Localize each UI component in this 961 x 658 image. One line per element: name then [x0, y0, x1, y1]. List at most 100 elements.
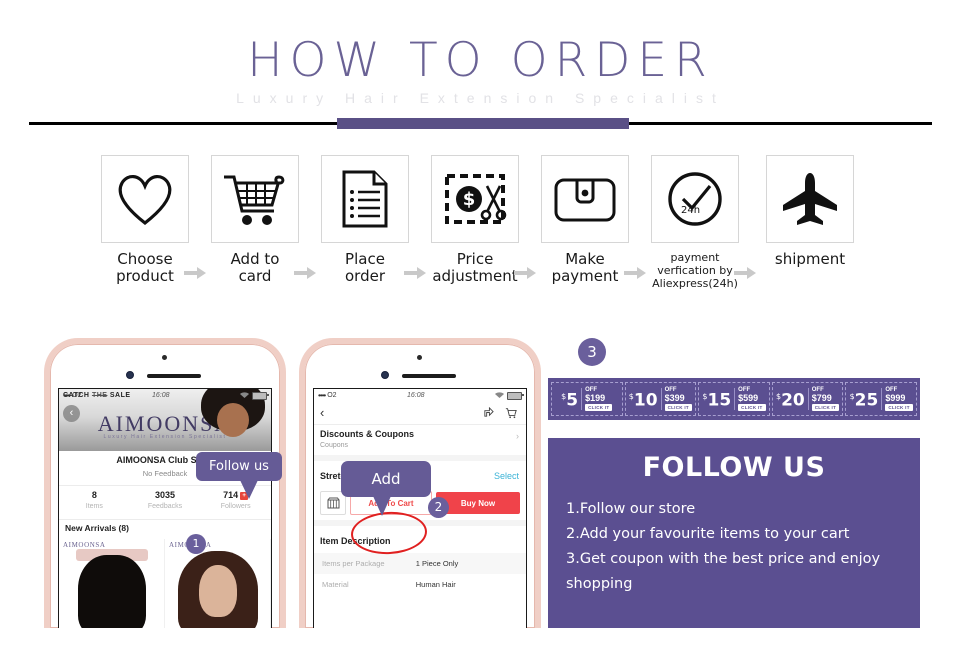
stat-feedbacks[interactable]: 3035 Feedbacks	[130, 486, 201, 519]
battery-icon	[251, 391, 269, 400]
step-label: Add to card	[203, 251, 307, 285]
clock-label: 16:08	[152, 392, 170, 399]
coupon-details: OFF $599 CLICK IT	[738, 387, 766, 411]
back-button[interactable]: ‹	[320, 406, 324, 419]
wifi-icon	[239, 392, 249, 398]
coupon-divider	[581, 388, 583, 410]
coupon-value: 15	[707, 390, 732, 411]
coupon-min-spend: $199	[585, 393, 606, 403]
sensor-icon	[126, 371, 134, 379]
chevron-right-icon[interactable]: ›	[516, 431, 519, 441]
coupon-amount: $25	[850, 388, 879, 410]
coupon-item[interactable]: $15 OFF $599 CLICK IT	[698, 382, 770, 416]
stat-items[interactable]: 8 Items	[59, 486, 130, 519]
phone-top-bezel	[305, 344, 535, 388]
step-add-to-card: Add to card	[203, 155, 307, 285]
coupon-details: OFF $999 CLICK IT	[885, 387, 913, 411]
discounts-coupons-heading[interactable]: Discounts & Coupons	[320, 429, 414, 439]
step-label-line1: shipment	[774, 250, 846, 268]
follow-instruction-line: 3.Get coupon with the best price and enj…	[566, 551, 881, 567]
coupon-divider	[734, 388, 736, 410]
battery-icon	[506, 391, 524, 400]
coupon-click-it-button[interactable]: CLICK IT	[738, 404, 766, 411]
page-title: HOW TO ORDER	[247, 33, 714, 88]
wallet-icon	[554, 178, 616, 222]
svg-text:24h: 24h	[681, 205, 700, 216]
follow-instruction-line: 1.Follow our store	[566, 501, 696, 517]
coupon-click-it-button[interactable]: CLICK IT	[664, 404, 692, 411]
product-card[interactable]: AIMOONSA	[165, 539, 271, 628]
signal-dots-icon: ••••	[318, 391, 326, 400]
coupon-click-it-button[interactable]: CLICK IT	[585, 404, 613, 411]
table-row: Items per Package 1 Piece Only	[314, 553, 526, 574]
step-arrow-icon	[734, 267, 756, 279]
new-arrivals-heading: New Arrivals (8)	[65, 523, 129, 533]
coupon-item[interactable]: $10 OFF $399 CLICK IT	[624, 382, 697, 416]
coupon-amount: $15	[702, 388, 731, 410]
stat-label: Followers	[220, 503, 251, 510]
coupon-strip: $5 OFF $199 CLICK IT $10 OFF $399 CLICK …	[548, 378, 920, 420]
step-label: Price adjustment	[423, 251, 527, 285]
share-icon[interactable]	[483, 407, 494, 418]
step-label-line3: Aliexpress(24h)	[652, 277, 738, 290]
camera-dot-icon	[417, 355, 422, 360]
carrier-label: O2	[72, 392, 82, 399]
coupons-sublabel: Coupons	[320, 442, 349, 449]
page-header: HOW TO ORDER Luxury Hair Extension Speci…	[0, 0, 961, 140]
product-card[interactable]: AIMOONSA	[59, 539, 165, 628]
coupon-value: 5	[566, 390, 579, 411]
sensor-icon	[381, 371, 389, 379]
table-cell-key: Material	[322, 580, 349, 589]
product-brand-label: AIMOONSA	[63, 541, 106, 549]
carrier-label: O2	[327, 392, 337, 399]
step-label-line1: Make	[565, 250, 605, 268]
coupon-click-it-button[interactable]: CLICK IT	[811, 404, 840, 411]
status-left: •••• O2	[63, 391, 82, 400]
order-steps-row: Choose product Add to card Place order $…	[0, 155, 961, 305]
step-label-line2: verfication by	[657, 264, 733, 277]
step-label: Choose product	[93, 251, 197, 285]
heart-icon	[118, 175, 172, 226]
document-icon	[342, 170, 388, 228]
coupon-divider	[660, 388, 662, 410]
stat-value: 8	[91, 490, 97, 500]
step-label: shipment	[758, 251, 862, 268]
step-payment-verification: 24h payment verfication by Aliexpress(24…	[643, 155, 747, 290]
wifi-icon	[494, 392, 504, 398]
coupon-click-it-button[interactable]: CLICK IT	[885, 404, 913, 411]
status-left: •••• O2	[318, 391, 337, 400]
coupon-details: OFF $799 CLICK IT	[811, 387, 840, 411]
status-right	[239, 391, 269, 400]
airplane-icon	[783, 173, 837, 225]
step-label-line2: card	[238, 267, 272, 285]
earpiece-speaker	[402, 374, 456, 378]
status-right	[494, 391, 524, 400]
step-label-line1: payment	[670, 251, 720, 264]
buy-now-button[interactable]: Buy Now	[436, 492, 520, 514]
coupon-amount: $20	[776, 388, 805, 410]
model-face	[217, 403, 249, 437]
phone1-screen: CATCH THE SALE ‹ AIMOONSA Luxury Hair Ex…	[58, 388, 272, 628]
coupon-value: 25	[854, 390, 879, 411]
stat-label: Items	[85, 503, 103, 510]
table-cell-value: Human Hair	[415, 580, 456, 589]
step-icon-box	[766, 155, 854, 243]
price-tag-scissors-icon: $	[445, 174, 507, 224]
follow-us-callout-bubble: Follow us	[196, 452, 282, 499]
follow-us-title: FOLLOW US	[642, 452, 826, 483]
step-badge-3: 3	[578, 338, 606, 366]
step-icon-box	[541, 155, 629, 243]
stat-value: 3035	[154, 490, 176, 500]
cart-icon[interactable]	[505, 407, 517, 419]
coupon-item[interactable]: $20 OFF $799 CLICK IT	[771, 382, 844, 416]
earpiece-speaker	[147, 374, 201, 378]
coupon-item[interactable]: $5 OFF $199 CLICK IT	[551, 382, 623, 416]
coupon-item[interactable]: $25 OFF $999 CLICK IT	[845, 382, 917, 416]
step-label: Make payment	[533, 251, 637, 285]
step-place-order: Place order	[313, 155, 417, 285]
coupon-details: OFF $399 CLICK IT	[664, 387, 692, 411]
stat-followers[interactable]: 714+ Followers	[200, 486, 271, 519]
select-link[interactable]: Select	[494, 471, 519, 481]
follow-us-panel: FOLLOW US 1.Follow our store 2.Add your …	[548, 438, 920, 628]
coupon-value: 20	[781, 390, 805, 411]
